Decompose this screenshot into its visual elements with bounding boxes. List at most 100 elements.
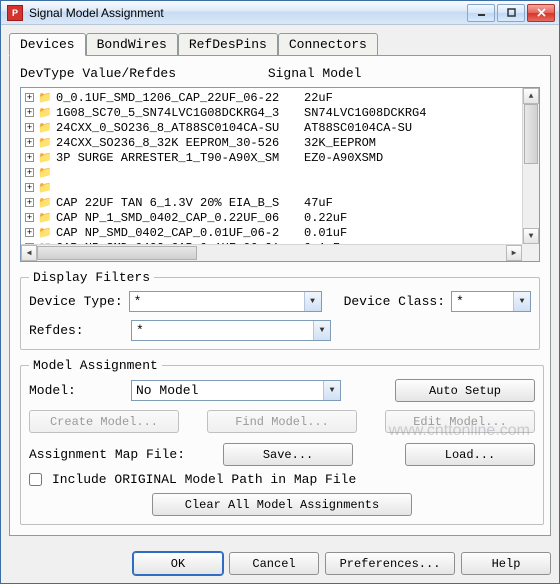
expand-icon[interactable]: + — [25, 93, 34, 102]
expand-icon[interactable]: + — [25, 123, 34, 132]
titlebar: P Signal Model Assignment — [1, 1, 559, 25]
window-title: Signal Model Assignment — [29, 6, 467, 20]
list-header: DevType Value/Refdes Signal Model — [20, 66, 540, 81]
preferences-button[interactable]: Preferences... — [325, 552, 455, 575]
tree-signal-label: EZ0-A90XSMD — [304, 151, 383, 165]
save-button[interactable]: Save... — [223, 443, 353, 466]
device-type-label: Device Type: — [29, 294, 123, 309]
scroll-down-icon[interactable]: ▼ — [523, 228, 539, 244]
tree-signal-label: 47uF — [304, 196, 333, 210]
minimize-button[interactable] — [467, 4, 495, 22]
tree-dev-label: CAP NP_SMD_0402_CAP_0.01UF_06-2 — [56, 226, 304, 240]
tree-dev-label: 1G08_SC70_5_SN74LVC1G08DCKRG4_3 — [56, 106, 304, 120]
tree-signal-label: 32K_EEPROM — [304, 136, 376, 150]
close-button[interactable] — [527, 4, 555, 22]
folder-icon: 📁 — [38, 136, 52, 150]
model-value: No Model — [136, 383, 198, 398]
scroll-corner — [522, 244, 539, 261]
tab-devices[interactable]: Devices — [9, 33, 86, 56]
expand-icon[interactable]: + — [25, 213, 34, 222]
tree-row[interactable]: + 📁 0_0.1UF_SMD_1206_CAP_22UF_06-2222uF — [21, 90, 522, 105]
tab-refdespins[interactable]: RefDesPins — [178, 33, 278, 55]
ok-button[interactable]: OK — [133, 552, 223, 575]
tree-dev-label: 24CXX_0_SO236_8_AT88SC0104CA-SU — [56, 121, 304, 135]
device-tree[interactable]: +📁0_0.1UF_SMD_1206_CAP_22UF_06-2222uF+📁1… — [20, 87, 540, 262]
display-filters-legend: Display Filters — [29, 270, 154, 285]
folder-icon: 📁 — [38, 196, 52, 210]
model-label: Model: — [29, 383, 125, 398]
header-signal-model: Signal Model — [268, 66, 362, 81]
device-class-label: Device Class: — [344, 294, 445, 309]
map-file-label: Assignment Map File: — [29, 447, 185, 462]
chevron-down-icon: ▼ — [513, 292, 530, 311]
signal-model-assignment-window: P Signal Model Assignment Devices BondWi… — [0, 0, 560, 584]
expand-icon[interactable]: + — [25, 108, 34, 117]
model-combo[interactable]: No Model ▼ — [131, 380, 341, 401]
tree-dev-label: 3P SURGE ARRESTER_1_T90-A90X_SM — [56, 151, 304, 165]
tree-row[interactable]: + 📁 CAP 22UF TAN 6_1.3V 20% EIA_B_S47uF — [21, 195, 522, 210]
scroll-thumb-v[interactable] — [524, 104, 538, 164]
folder-icon: 📁 — [38, 166, 52, 180]
tree-row[interactable]: +📁24CXX_SO236_8_32K EEPROM_30-52632K_EEP… — [21, 135, 522, 150]
include-original-checkbox[interactable] — [29, 473, 42, 486]
tree-row[interactable]: + 📁 1G08_SC70_5_SN74LVC1G08DCKRG4_3SN74LVC… — [21, 105, 522, 120]
expand-icon[interactable]: + — [25, 153, 34, 162]
tree-signal-label: SN74LVC1G08DCKRG4 — [304, 106, 426, 120]
device-type-value: * — [134, 294, 142, 309]
scroll-right-icon[interactable]: ▶ — [506, 245, 522, 261]
header-devtype: DevType Value/Refdes — [20, 66, 260, 81]
model-assignment-legend: Model Assignment — [29, 358, 162, 373]
folder-icon: 📁 — [38, 91, 52, 105]
folder-icon: 📁 — [38, 151, 52, 165]
refdes-combo[interactable]: * ▼ — [131, 320, 331, 341]
tree-row[interactable]: + 📁 CAP NP_1_SMD_0402_CAP_0.22UF_060.22uF — [21, 210, 522, 225]
chevron-down-icon: ▼ — [323, 381, 340, 400]
device-type-combo[interactable]: * ▼ — [129, 291, 322, 312]
tree-dev-label: CAP 22UF TAN 6_1.3V 20% EIA_B_S — [56, 196, 304, 210]
horizontal-scrollbar[interactable]: ◀ ▶ — [21, 244, 522, 261]
auto-setup-button[interactable]: Auto Setup — [395, 379, 535, 402]
tab-connectors[interactable]: Connectors — [278, 33, 378, 55]
folder-icon: 📁 — [38, 121, 52, 135]
tree-dev-label: CAP NP_1_SMD_0402_CAP_0.22UF_06 — [56, 211, 304, 225]
refdes-value: * — [136, 323, 144, 338]
scroll-up-icon[interactable]: ▲ — [523, 88, 539, 104]
folder-icon: 📁 — [38, 211, 52, 225]
help-button[interactable]: Help — [461, 552, 551, 575]
tree-row[interactable]: + 📁 CAP NP_SMD_0402_CAP_0.01UF_06-20.01uF — [21, 225, 522, 240]
vertical-scrollbar[interactable]: ▲ ▼ — [522, 88, 539, 244]
tree-signal-label: 0.01uF — [304, 226, 347, 240]
clear-all-button[interactable]: Clear All Model Assignments — [152, 493, 412, 516]
cancel-button[interactable]: Cancel — [229, 552, 319, 575]
app-icon: P — [7, 5, 23, 21]
chevron-down-icon: ▼ — [304, 292, 321, 311]
load-button[interactable]: Load... — [405, 443, 535, 466]
device-class-combo[interactable]: * ▼ — [451, 291, 531, 312]
expand-icon[interactable]: + — [25, 138, 34, 147]
expand-icon[interactable]: + — [25, 183, 34, 192]
tree-row[interactable]: +📁 — [21, 180, 522, 195]
tree-row[interactable]: +📁24CXX_0_SO236_8_AT88SC0104CA-SUAT88SC0… — [21, 120, 522, 135]
display-filters-group: Display Filters Device Type: * ▼ Device … — [20, 270, 540, 350]
tree-row[interactable]: +📁 — [21, 165, 522, 180]
maximize-button[interactable] — [497, 4, 525, 22]
tree-row[interactable]: + 📁 3P SURGE ARRESTER_1_T90-A90X_SMEZ0-A90… — [21, 150, 522, 165]
expand-icon[interactable]: + — [25, 168, 34, 177]
expand-icon[interactable]: + — [25, 198, 34, 207]
folder-icon: 📁 — [38, 226, 52, 240]
folder-icon: 📁 — [38, 106, 52, 120]
bottom-button-bar: OK Cancel Preferences... Help — [1, 544, 559, 583]
expand-icon[interactable]: + — [25, 228, 34, 237]
scroll-left-icon[interactable]: ◀ — [21, 245, 37, 261]
refdes-label: Refdes: — [29, 323, 125, 338]
edit-model-button: Edit Model... — [385, 410, 535, 433]
tree-signal-label: 0.22uF — [304, 211, 347, 225]
tree-signal-label: 22uF — [304, 91, 333, 105]
device-class-value: * — [456, 294, 464, 309]
create-model-button: Create Model... — [29, 410, 179, 433]
include-original-label: Include ORIGINAL Model Path in Map File — [52, 472, 356, 487]
chevron-down-icon: ▼ — [313, 321, 330, 340]
scroll-thumb-h[interactable] — [37, 246, 197, 260]
tree-dev-label: 0_0.1UF_SMD_1206_CAP_22UF_06-22 — [56, 91, 304, 105]
tab-bondwires[interactable]: BondWires — [86, 33, 178, 55]
